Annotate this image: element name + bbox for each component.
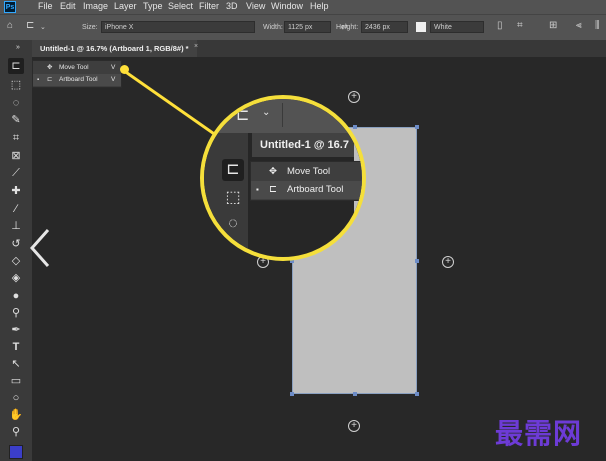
magnified-document-tab: Untitled-1 @ 16.7 xyxy=(252,133,362,157)
menu-help[interactable]: Help xyxy=(310,1,329,11)
eraser-tool-icon[interactable]: ◇ xyxy=(8,253,24,269)
pen-tool-icon[interactable]: ✒ xyxy=(8,322,24,338)
flyout-item-label: Artboard Tool xyxy=(59,76,98,83)
menu-filter[interactable]: Filter xyxy=(199,1,219,11)
magnified-item-move-tool: ✥ Move Tool xyxy=(251,163,362,181)
magnified-chevron-down-icon: ⌄ xyxy=(262,107,271,118)
collapse-icon[interactable]: » xyxy=(10,40,26,56)
flyout-item-artboard-tool[interactable]: ▪ ⊏ Artboard Tool V xyxy=(33,74,121,86)
dodge-tool-icon[interactable]: ⚲ xyxy=(8,305,24,321)
selected-bullet-icon: ▪ xyxy=(37,77,40,83)
background-color-swatch[interactable] xyxy=(416,22,426,32)
type-tool-icon[interactable]: T xyxy=(8,339,24,355)
tool-flyout-menu: ✥ Move Tool V ▪ ⊏ Artboard Tool V xyxy=(32,60,122,88)
artboard-handle-bl[interactable] xyxy=(290,392,294,396)
options-bar: ⌂ ⊏ ⌄ Size: iPhone X Width: 1125 px ⇄ He… xyxy=(0,14,606,40)
add-artboard-bottom-icon[interactable]: + xyxy=(348,420,360,432)
artboard-tool-preset-icon[interactable]: ⊏ xyxy=(26,20,34,31)
artboard-handle-tr[interactable] xyxy=(415,125,419,129)
magnified-artboard-preset-icon: ⊏ xyxy=(236,107,250,124)
blur-tool-icon[interactable]: ● xyxy=(8,288,24,304)
artboard-handle-mr[interactable] xyxy=(415,259,419,263)
ellipse-tool-icon[interactable]: ○ xyxy=(8,390,24,406)
magnified-marquee-tool-icon: ⬚ xyxy=(225,189,241,206)
menu-window[interactable]: Window xyxy=(271,1,303,11)
lasso-tool-icon[interactable]: ◌ xyxy=(8,95,24,111)
magnified-item-label: Move Tool xyxy=(287,166,331,177)
landscape-icon[interactable]: ⌗ xyxy=(517,20,523,31)
crop-tool-icon[interactable]: ⌗ xyxy=(8,130,24,146)
callout-dot xyxy=(120,65,129,74)
paint-bucket-tool-icon[interactable]: ◈ xyxy=(8,270,24,286)
chevron-left-icon[interactable] xyxy=(28,228,52,268)
align-left-icon[interactable]: ⫷ xyxy=(576,20,582,31)
chevron-down-icon[interactable]: ⌄ xyxy=(40,23,46,31)
marquee-tool-icon[interactable]: ⬚ xyxy=(8,77,24,93)
size-select[interactable]: iPhone X xyxy=(101,21,255,33)
document-tab[interactable]: Untitled-1 @ 16.7% (Artboard 1, RGB/8#) … xyxy=(32,40,197,57)
artboard-tool-icon[interactable]: ⊏ xyxy=(8,58,24,74)
size-label: Size: xyxy=(82,24,98,31)
add-artboard-icon[interactable]: ⊞ xyxy=(549,20,557,31)
rectangle-tool-icon[interactable]: ▭ xyxy=(8,373,24,389)
menu-type[interactable]: Type xyxy=(143,1,163,11)
artboard-handle-br[interactable] xyxy=(415,392,419,396)
history-brush-tool-icon[interactable]: ↺ xyxy=(8,236,24,252)
magnified-move-tool-icon: ✥ xyxy=(269,166,277,177)
flyout-item-move-tool[interactable]: ✥ Move Tool V xyxy=(33,62,121,74)
flyout-item-label: Move Tool xyxy=(59,64,89,71)
document-tab-bar: Untitled-1 @ 16.7% (Artboard 1, RGB/8#) … xyxy=(0,40,606,57)
move-tool-icon: ✥ xyxy=(47,64,53,71)
brush-tool-icon[interactable]: ∕ xyxy=(8,201,24,217)
align-center-icon[interactable]: ⫼ xyxy=(595,20,600,31)
magnified-toolbar: ⊏ ⬚ ◌ xyxy=(204,133,248,257)
menu-view[interactable]: View xyxy=(246,1,265,11)
width-label: Width: xyxy=(263,24,283,31)
magnified-artboard-tool-icon: ⊏ xyxy=(222,159,244,181)
path-selection-tool-icon[interactable]: ↖ xyxy=(8,356,24,372)
close-icon[interactable]: × xyxy=(194,43,198,50)
add-artboard-right-icon[interactable]: + xyxy=(442,256,454,268)
clone-stamp-tool-icon[interactable]: ⊥ xyxy=(8,218,24,234)
foreground-color-swatch[interactable] xyxy=(9,445,23,459)
healing-brush-tool-icon[interactable]: ✚ xyxy=(8,183,24,199)
watermark: 最需网 xyxy=(495,417,583,450)
height-label: Height: xyxy=(336,24,359,31)
background-select[interactable]: White xyxy=(430,21,484,33)
magnifier-callout: ⊏ ⌄ Untitled-1 @ 16.7 ⊏ ⬚ ◌ ✥ Move Tool … xyxy=(200,95,366,261)
artboard-handle-bc[interactable] xyxy=(353,392,357,396)
flyout-item-shortcut: V xyxy=(111,76,116,83)
menu-edit[interactable]: Edit xyxy=(60,1,76,11)
photoshop-logo-icon: Ps xyxy=(4,1,16,13)
menu-bar: Ps File Edit Image Layer Type Select Fil… xyxy=(0,0,606,14)
menu-3d[interactable]: 3D xyxy=(226,1,238,11)
magnified-item-label: Artboard Tool xyxy=(287,184,344,195)
menu-image[interactable]: Image xyxy=(83,1,108,11)
magnified-flyout-menu: ✥ Move Tool ▪ ⊏ Artboard Tool xyxy=(250,161,362,201)
flyout-item-shortcut: V xyxy=(111,64,116,71)
menu-layer[interactable]: Layer xyxy=(114,1,137,11)
magnified-lasso-tool-icon: ◌ xyxy=(228,215,238,232)
width-field[interactable]: 1125 px xyxy=(284,21,331,33)
hand-tool-icon[interactable]: ✋ xyxy=(8,407,24,423)
magnified-artboard-tool-icon-small: ⊏ xyxy=(269,184,277,195)
quick-selection-tool-icon[interactable]: ✎ xyxy=(8,112,24,128)
magnified-selected-bullet-icon: ▪ xyxy=(256,185,259,194)
zoom-tool-icon[interactable]: ⚲ xyxy=(8,424,24,440)
menu-select[interactable]: Select xyxy=(168,1,193,11)
magnified-options-bar: ⊏ ⌄ xyxy=(204,99,362,133)
menu-file[interactable]: File xyxy=(38,1,53,11)
home-icon[interactable]: ⌂ xyxy=(7,20,13,31)
frame-tool-icon[interactable]: ⊠ xyxy=(8,148,24,164)
artboard-tool-icon: ⊏ xyxy=(47,76,53,83)
portrait-icon[interactable]: ▯ xyxy=(497,20,503,31)
magnified-item-artboard-tool: ▪ ⊏ Artboard Tool xyxy=(251,181,362,199)
height-field[interactable]: 2436 px xyxy=(361,21,408,33)
eyedropper-tool-icon[interactable]: ⟋ xyxy=(8,165,24,181)
magnified-divider xyxy=(282,103,283,127)
